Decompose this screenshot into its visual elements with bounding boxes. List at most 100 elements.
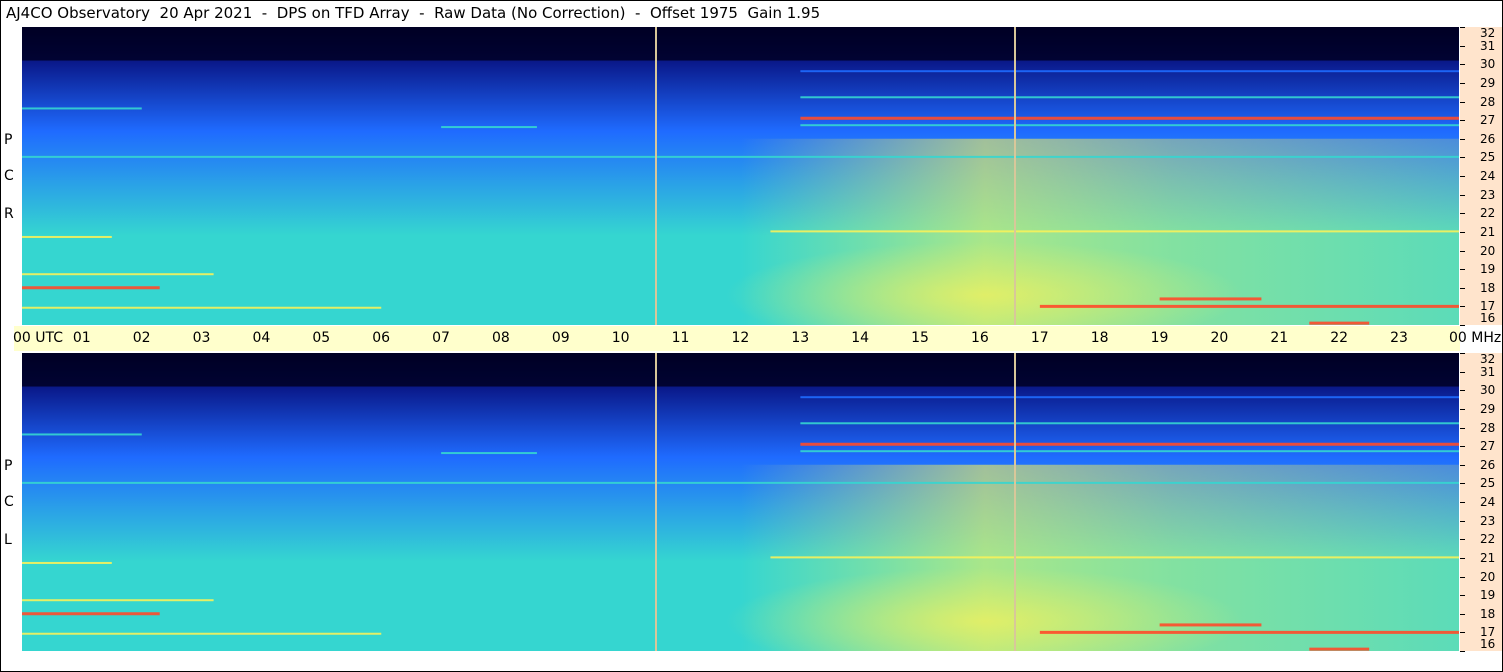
signal-band xyxy=(800,442,1459,446)
signal-band xyxy=(441,452,537,455)
signal-band xyxy=(1159,297,1262,301)
freq-tick-label: 20 xyxy=(1480,570,1496,584)
time-tick-label: 13 xyxy=(791,330,810,346)
freq-tick-label: 31 xyxy=(1480,39,1496,53)
freq-tick-label: 30 xyxy=(1480,57,1496,71)
signal-band xyxy=(22,561,112,564)
freq-tick-label: 22 xyxy=(1480,532,1496,546)
freq-tick xyxy=(1460,102,1465,103)
signal-band xyxy=(1159,623,1262,627)
spectrogram-svg xyxy=(22,27,1459,325)
pol-letter: C xyxy=(4,494,14,510)
pol-letter: L xyxy=(4,532,12,548)
freq-tick-label: 21 xyxy=(1480,551,1496,565)
time-tick-label: 12 xyxy=(731,330,750,346)
time-tick-label: 05 xyxy=(312,330,331,346)
freq-tick xyxy=(1460,614,1465,615)
pol-letter: P xyxy=(4,458,13,474)
freq-tick-label: 29 xyxy=(1480,76,1496,90)
signal-band xyxy=(1039,304,1459,308)
signal-band xyxy=(22,306,382,309)
freq-tick xyxy=(1460,390,1465,391)
freq-tick xyxy=(1460,232,1465,233)
freq-tick-label: 19 xyxy=(1480,588,1496,602)
pol-letter: C xyxy=(4,168,14,184)
freq-tick xyxy=(1460,251,1465,252)
freq-tick xyxy=(1460,465,1465,466)
freq-tick-label: 18 xyxy=(1480,607,1496,621)
time-tick-label: 02 xyxy=(132,330,151,346)
signal-band xyxy=(770,230,1459,233)
night-region xyxy=(22,353,1459,387)
time-tick-label: 06 xyxy=(372,330,391,346)
signal-band xyxy=(22,155,1459,158)
time-tick-label: 15 xyxy=(911,330,929,346)
time-marker xyxy=(1014,27,1016,325)
time-marker xyxy=(655,353,657,651)
time-tick-label: 22 xyxy=(1330,330,1349,346)
time-tick-label: 14 xyxy=(851,330,870,346)
freq-tick xyxy=(1460,83,1465,84)
signal-band xyxy=(22,433,142,436)
chart-title: AJ4CO Observatory 20 Apr 2021 - DPS on T… xyxy=(6,4,821,22)
signal-band xyxy=(1039,630,1459,634)
signal-band xyxy=(800,450,1459,453)
freq-tick xyxy=(1460,64,1465,65)
freq-tick-label: 25 xyxy=(1480,476,1496,490)
freq-tick-label: 24 xyxy=(1480,495,1496,509)
time-tick-label: 19 xyxy=(1150,330,1169,346)
signal-band xyxy=(800,422,1459,425)
freq-tick xyxy=(1460,651,1465,652)
freq-tick-label: 27 xyxy=(1480,439,1496,453)
time-tick-label: 10 xyxy=(611,330,630,346)
freq-tick xyxy=(1460,120,1465,121)
freq-tick-label: 26 xyxy=(1480,132,1496,146)
time-tick-label: 16 xyxy=(971,330,989,346)
freq-tick xyxy=(1460,632,1465,633)
freq-tick-label: 31 xyxy=(1480,365,1496,379)
freq-tick xyxy=(1460,139,1465,140)
signal-band xyxy=(1309,647,1370,651)
freq-tick-label: 27 xyxy=(1480,113,1496,127)
time-tick-label: 00 UTC xyxy=(13,330,64,346)
freq-tick-label: 28 xyxy=(1480,421,1496,435)
freq-tick xyxy=(1460,157,1465,158)
freq-axis-bottom: 32 31 30 29 28 27 26 25 24 23 22 21 20 19 18 17 16 xyxy=(1460,353,1503,652)
signal-band xyxy=(800,396,1459,399)
time-marker xyxy=(655,27,657,325)
freq-tick xyxy=(1460,27,1465,28)
signal-band xyxy=(22,612,160,616)
rcp-spectrogram xyxy=(22,27,1459,325)
time-tick-label: 20 xyxy=(1210,330,1229,346)
time-tick-label: 18 xyxy=(1090,330,1109,346)
freq-tick xyxy=(1460,483,1465,484)
signal-band xyxy=(22,481,1459,484)
time-tick-label: 23 xyxy=(1390,330,1408,346)
signal-band xyxy=(22,273,214,276)
freq-tick xyxy=(1460,353,1465,354)
freq-tick xyxy=(1460,288,1465,289)
freq-tick-label: 26 xyxy=(1480,458,1496,472)
pol-letter: P xyxy=(4,132,13,148)
freq-tick xyxy=(1460,595,1465,596)
freq-tick-label: 23 xyxy=(1480,188,1496,202)
freq-tick-label: 16 xyxy=(1480,311,1496,325)
time-tick-label: 04 xyxy=(252,330,271,346)
freq-tick-label: 23 xyxy=(1480,514,1496,528)
signal-band xyxy=(22,286,160,290)
freq-tick-label: 21 xyxy=(1480,225,1496,239)
freq-tick xyxy=(1460,269,1465,270)
time-marker xyxy=(1014,353,1016,651)
lcp-band-layer xyxy=(22,353,1459,651)
signal-band xyxy=(800,70,1459,73)
freq-tick xyxy=(1460,176,1465,177)
freq-tick-label: 18 xyxy=(1480,281,1496,295)
signal-band xyxy=(770,556,1459,559)
signal-band xyxy=(800,116,1459,120)
time-tick-label: 03 xyxy=(192,330,211,346)
signal-band xyxy=(22,235,112,238)
freq-tick-label: 20 xyxy=(1480,244,1496,258)
freq-tick xyxy=(1460,446,1465,447)
signal-band xyxy=(1309,321,1370,325)
freq-tick-label: 22 xyxy=(1480,206,1496,220)
